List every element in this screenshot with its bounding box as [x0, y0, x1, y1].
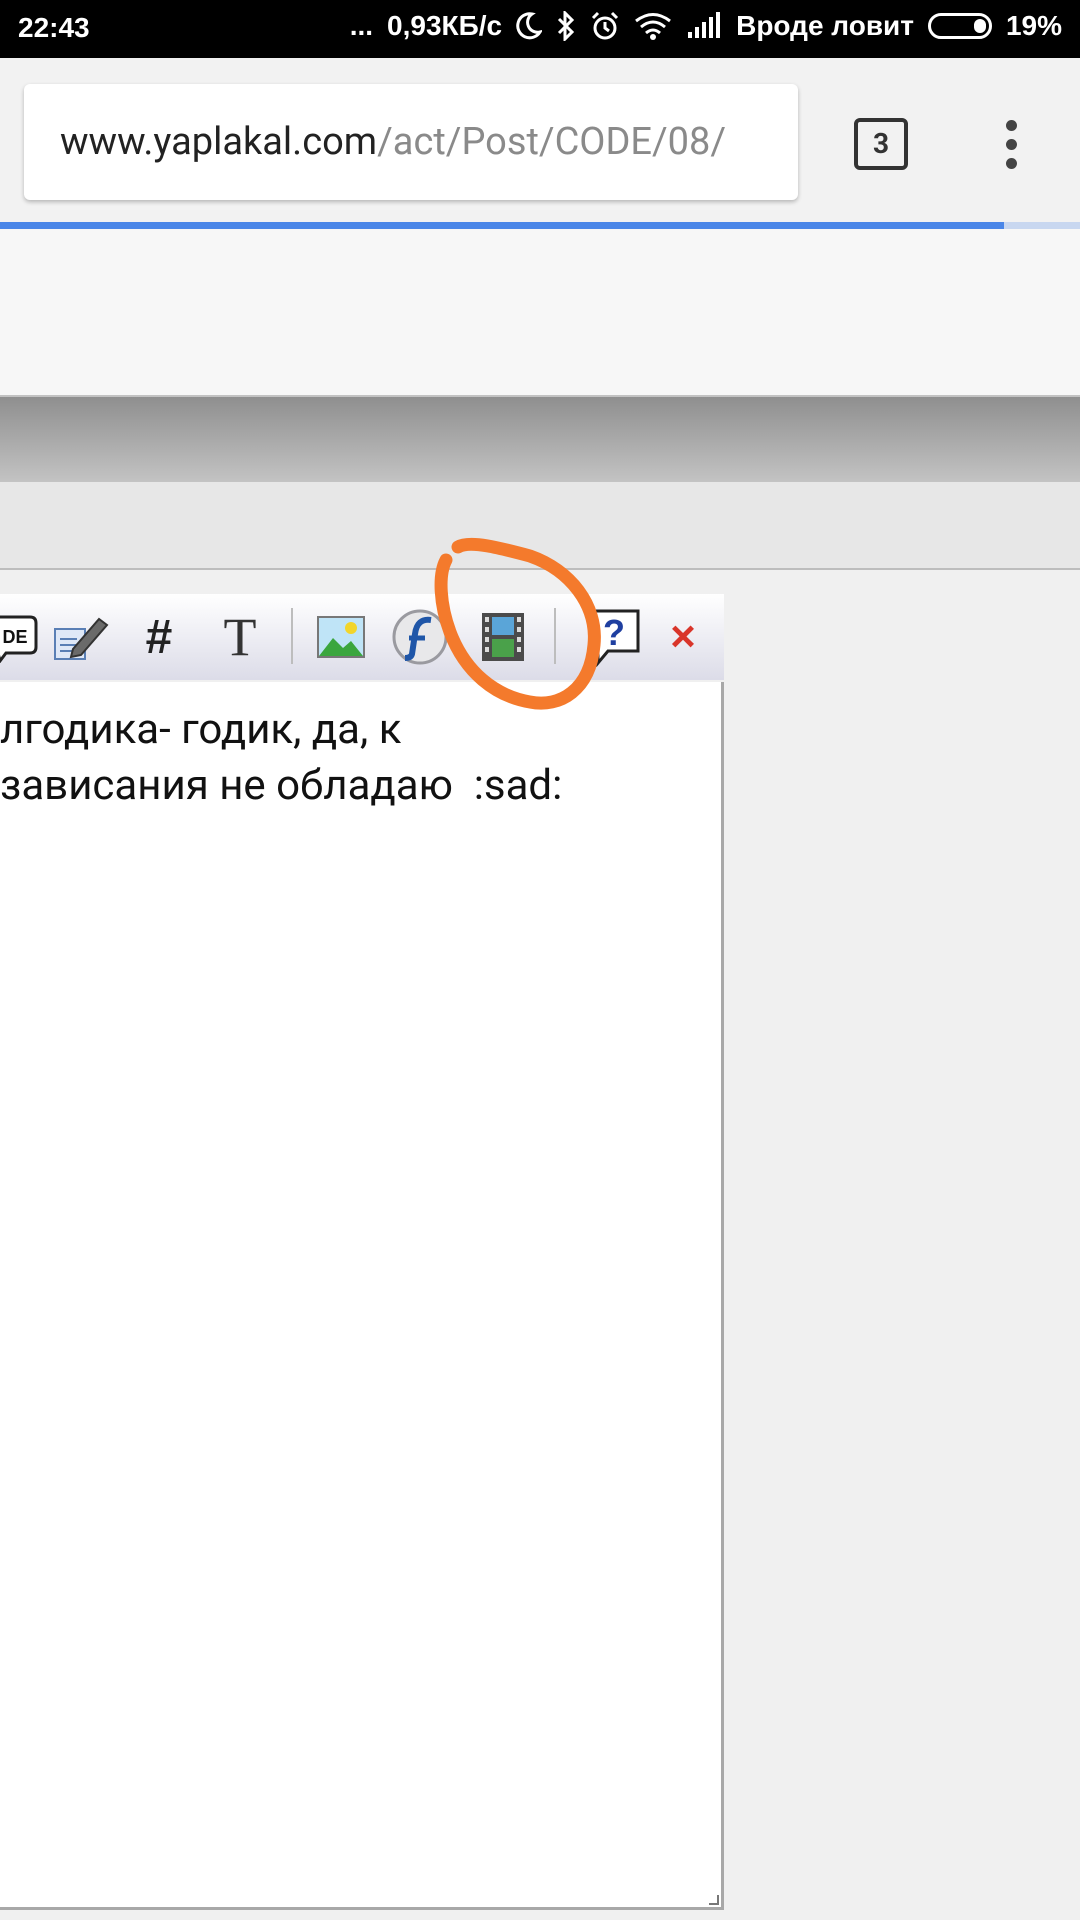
- status-dots: ...: [349, 10, 374, 41]
- editor-content: лгодика- годик, да, к зависания не облада…: [0, 702, 562, 814]
- toolbar-divider: [554, 608, 556, 664]
- battery-icon: [927, 13, 992, 39]
- page-load-progress: [0, 222, 1080, 229]
- post-editor-textarea[interactable]: лгодика- годик, да, к зависания не облада…: [0, 682, 724, 1910]
- help-icon[interactable]: ?: [584, 594, 644, 680]
- tab-switcher-button[interactable]: 3: [854, 118, 908, 170]
- page-subheader-area: [0, 482, 1080, 570]
- editor-line: зависания не обладаю :sad:: [0, 761, 563, 810]
- flash-icon[interactable]: [390, 594, 450, 680]
- moon-icon: [516, 12, 543, 40]
- image-icon[interactable]: [314, 594, 368, 680]
- close-icon[interactable]: ×: [662, 594, 704, 680]
- overflow-menu-icon[interactable]: [996, 116, 1026, 176]
- alarm-icon: [590, 11, 620, 41]
- progress-fill: [0, 222, 1005, 229]
- edit-pencil-icon[interactable]: [50, 594, 112, 680]
- battery-percent: 19%: [1005, 10, 1062, 41]
- video-icon[interactable]: [476, 594, 530, 680]
- page-gradient-bar: [0, 397, 1080, 482]
- status-icons: ... 0,93КБ/с Вроде ловит 19%: [350, 10, 1062, 42]
- help-label: ?: [603, 612, 625, 653]
- toolbar-divider: [291, 608, 293, 664]
- code-bubble-icon[interactable]: DE: [0, 594, 38, 680]
- signal-icon: [686, 12, 722, 40]
- url-path: /act/Post/CODE/08/: [377, 120, 727, 164]
- browser-toolbar: www.yaplakal.com/act/Post/CODE/08/ 3: [0, 58, 1080, 222]
- page-header-area: [0, 229, 1080, 397]
- net-speed: 0,93КБ/с: [387, 10, 503, 41]
- wifi-icon: [634, 12, 672, 40]
- hash-button[interactable]: #: [134, 594, 184, 680]
- editor-toolbar: DE # T ? ×: [0, 594, 724, 680]
- bluetooth-icon: [556, 11, 576, 41]
- code-label: DE: [2, 627, 27, 647]
- url-domain: www.yaplakal.com: [60, 120, 378, 164]
- resize-handle[interactable]: [709, 1895, 719, 1905]
- status-time: 22:43: [18, 12, 90, 43]
- status-bar: 22:43 ... 0,93КБ/с Вроде ловит 19%: [0, 0, 1080, 58]
- carrier-name: Вроде ловит: [736, 10, 914, 41]
- url-bar[interactable]: www.yaplakal.com/act/Post/CODE/08/: [24, 84, 798, 200]
- editor-line: лгодика- годик, да, к: [0, 705, 402, 754]
- text-format-button[interactable]: T: [214, 594, 266, 680]
